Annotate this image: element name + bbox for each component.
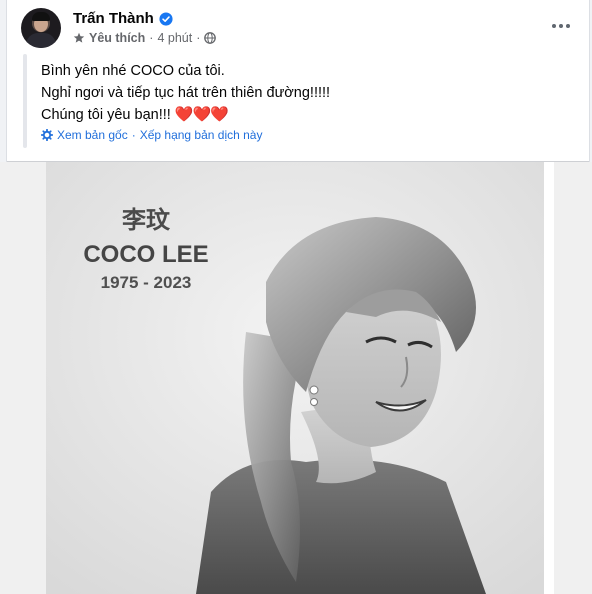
memorial-caption: 李玟 COCO LEE 1975 - 2023	[76, 200, 216, 293]
author-avatar[interactable]	[21, 8, 61, 48]
post-meta: Yêu thích · 4 phút ·	[73, 31, 217, 45]
english-name: COCO LEE	[83, 241, 209, 268]
author-name[interactable]: Trấn Thành	[73, 10, 154, 27]
separator: ·	[131, 128, 136, 142]
photo-margin-left	[0, 162, 46, 594]
meta-dot: ·	[149, 31, 154, 45]
translation-actions: Xem bản gốc · Xếp hạng bản dịch này	[41, 128, 262, 142]
post-line: Chúng tôi yêu bạn!!!	[41, 107, 171, 123]
hearts-emoji: ❤️❤️❤️	[174, 106, 229, 123]
rate-translation-link[interactable]: Xếp hạng bản dịch này	[140, 128, 263, 142]
star-icon	[73, 32, 85, 43]
post-line: Bình yên nhé COCO của tôi.	[41, 63, 225, 79]
author-row: Trấn Thành	[73, 10, 173, 27]
more-options-icon[interactable]	[549, 16, 573, 36]
verified-badge-icon	[159, 11, 173, 26]
post-text: Bình yên nhé COCO của tôi. Nghỉ ngơi và …	[41, 60, 330, 126]
post-line: Nghỉ ngơi và tiếp tục hát trên thiên đườ…	[41, 85, 331, 101]
translation-quote-bar	[23, 54, 27, 148]
post-line-with-hearts: Chúng tôi yêu bạn!!! ❤️❤️❤️	[41, 104, 330, 126]
audience-label[interactable]: Yêu thích	[89, 31, 145, 45]
post-time[interactable]: 4 phút	[157, 31, 192, 45]
memorial-photo[interactable]: 李玟 COCO LEE 1975 - 2023	[46, 162, 544, 594]
photo-margin-right	[554, 162, 592, 594]
chinese-name: 李玟	[122, 206, 170, 234]
translate-gear-icon	[41, 129, 53, 141]
life-years: 1975 - 2023	[100, 273, 192, 292]
globe-icon[interactable]	[204, 32, 217, 44]
post-header: Trấn Thành Yêu thích · 4 phút ·	[21, 6, 579, 50]
see-original-link[interactable]: Xem bản gốc	[57, 128, 128, 142]
meta-dot: ·	[196, 31, 201, 45]
